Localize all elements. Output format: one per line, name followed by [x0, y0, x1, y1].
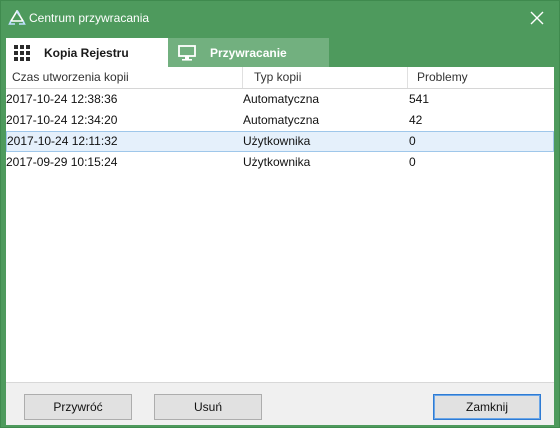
delete-button[interactable]: Usuń: [154, 394, 262, 420]
button-bar: Przywróć Usuń Zamknij: [6, 382, 554, 425]
table-body: 2017-10-24 12:38:36 Automatyczna 541 201…: [6, 89, 554, 173]
tab-restore[interactable]: Przywracanie: [168, 38, 329, 67]
tab-registry-backup[interactable]: Kopia Rejestru: [6, 38, 168, 67]
close-button[interactable]: Zamknij: [433, 394, 541, 420]
restore-center-window: Centrum przywracania Kopia Rejestru Przy…: [0, 0, 560, 428]
table-row-selected[interactable]: 2017-10-24 12:11:32 Użytkownika 0: [6, 131, 554, 152]
column-divider[interactable]: [242, 67, 243, 88]
cell-time: 2017-10-24 12:38:36: [6, 92, 118, 106]
cell-type: Automatyczna: [243, 92, 320, 106]
title-bar[interactable]: Centrum przywracania: [1, 1, 559, 35]
cell-type: Użytkownika: [243, 134, 311, 148]
cell-problems: 0: [409, 134, 416, 148]
column-header-type[interactable]: Typ kopii: [254, 67, 301, 88]
table-row[interactable]: 2017-09-29 10:15:24 Użytkownika 0: [6, 152, 554, 173]
cell-time: 2017-10-24 12:34:20: [6, 113, 118, 127]
backup-list-panel: Czas utworzenia kopii Typ kopii Problemy…: [6, 67, 554, 382]
cell-problems: 42: [409, 113, 423, 127]
column-header-time[interactable]: Czas utworzenia kopii: [12, 67, 129, 88]
close-icon[interactable]: [525, 7, 549, 29]
monitor-icon: [178, 44, 196, 61]
cell-type: Użytkownika: [243, 155, 311, 169]
cell-problems: 541: [409, 92, 430, 106]
cell-time: 2017-10-24 12:11:32: [7, 134, 118, 148]
grid-icon: [14, 44, 30, 61]
tab-label: Przywracanie: [210, 45, 287, 60]
tab-bar: Kopia Rejestru Przywracanie: [6, 38, 329, 67]
recycle-arrows-icon: [8, 9, 26, 26]
table-row[interactable]: 2017-10-24 12:38:36 Automatyczna 541: [6, 89, 554, 110]
column-divider[interactable]: [407, 67, 408, 88]
window-title: Centrum przywracania: [29, 11, 150, 25]
cell-type: Automatyczna: [243, 113, 320, 127]
tab-label: Kopia Rejestru: [44, 45, 129, 60]
cell-time: 2017-09-29 10:15:24: [6, 155, 118, 169]
table-row[interactable]: 2017-10-24 12:34:20 Automatyczna 42: [6, 110, 554, 131]
restore-button[interactable]: Przywróć: [24, 394, 132, 420]
column-header-problems[interactable]: Problemy: [417, 67, 468, 88]
cell-problems: 0: [409, 155, 416, 169]
table-header: Czas utworzenia kopii Typ kopii Problemy: [6, 67, 554, 89]
